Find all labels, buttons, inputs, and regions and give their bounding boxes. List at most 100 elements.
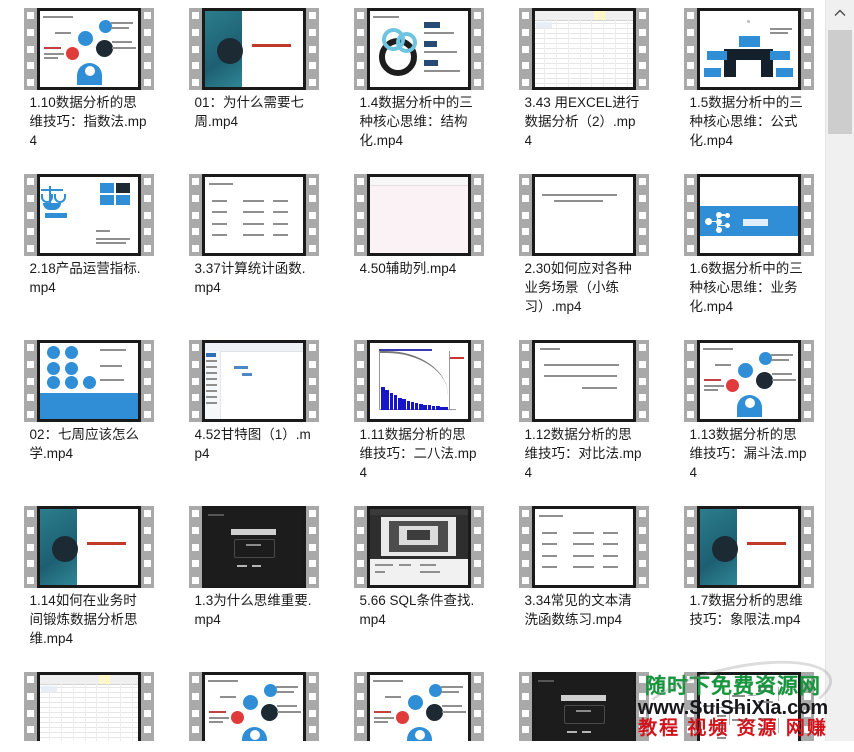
- video-thumbnail-filmstrip[interactable]: [188, 340, 319, 422]
- video-thumbnail-filmstrip[interactable]: [23, 340, 154, 422]
- file-tile[interactable]: 1.14如何在业务时间锻炼数据分析思维.mp4: [6, 504, 171, 670]
- file-name-label[interactable]: 3.34常见的文本清洗函数练习.mp4: [525, 591, 643, 629]
- file-name-label[interactable]: 1.14如何在业务时间锻炼数据分析思维.mp4: [30, 591, 148, 648]
- video-thumbnail-filmstrip[interactable]: [23, 672, 154, 741]
- film-sprocket-hole: [191, 62, 199, 70]
- file-tile[interactable]: 4.50辅助列.mp4: [336, 172, 501, 338]
- file-name-label[interactable]: 1.7数据分析的思维技巧：象限法.mp4: [690, 591, 808, 629]
- film-sprocket-hole: [308, 28, 316, 36]
- file-name-label[interactable]: 1.3为什么思维重要.mp4: [195, 591, 313, 629]
- video-thumbnail-filmstrip[interactable]: [353, 8, 484, 90]
- video-thumbnail-filmstrip[interactable]: [188, 8, 319, 90]
- film-sprocket-hole: [638, 411, 646, 418]
- file-tile[interactable]: 02：七周应该怎么学.mp4: [6, 338, 171, 504]
- vertical-scrollbar[interactable]: [825, 0, 854, 741]
- filmstrip-left-sprockets: [23, 174, 37, 256]
- video-thumbnail-filmstrip[interactable]: [353, 174, 484, 256]
- film-sprocket-hole: [686, 377, 694, 385]
- film-sprocket-hole: [638, 577, 646, 584]
- file-tile[interactable]: 3.34常见的文本清洗函数练习.mp4: [501, 504, 666, 670]
- video-thumbnail-filmstrip[interactable]: [23, 174, 154, 256]
- file-name-label[interactable]: 5.66 SQL条件查找.mp4: [360, 591, 478, 629]
- film-sprocket-hole: [638, 79, 646, 86]
- file-name-label[interactable]: 1.11数据分析的思维技巧：二八法.mp4: [360, 425, 478, 482]
- video-thumbnail-filmstrip[interactable]: [23, 8, 154, 90]
- file-tile[interactable]: 3.37计算统计函数.mp4: [171, 172, 336, 338]
- file-tile[interactable]: 1.10数据分析的思维技巧：指数法.mp4: [6, 6, 171, 172]
- file-tile[interactable]: 2.18产品运营指标.mp4: [6, 172, 171, 338]
- video-thumbnail-filmstrip[interactable]: [188, 506, 319, 588]
- file-tile[interactable]: 01：为什么需要七周.mp4: [171, 6, 336, 172]
- film-sprocket-hole: [356, 560, 364, 568]
- film-sprocket-hole: [356, 360, 364, 368]
- file-tile[interactable]: 1.7数据分析的思维技巧：象限法.mp4: [666, 504, 826, 670]
- file-name-label[interactable]: 3.43 用EXCEL进行数据分析（2）.mp4: [525, 93, 643, 150]
- file-tile[interactable]: 3.35关联匹配函数.mp4: [6, 670, 171, 741]
- film-sprocket-hole: [191, 560, 199, 568]
- video-thumbnail-filmstrip[interactable]: [188, 672, 319, 741]
- video-thumbnail-filmstrip[interactable]: [683, 340, 814, 422]
- thumbnail-artwork: [369, 343, 468, 419]
- video-thumbnail-filmstrip[interactable]: [683, 174, 814, 256]
- file-tile[interactable]: 4.52甘特图（1）.mp4: [171, 338, 336, 504]
- film-sprocket-hole: [191, 377, 199, 385]
- video-thumbnail-filmstrip[interactable]: [518, 672, 649, 741]
- film-sprocket-hole: [143, 577, 151, 584]
- file-name-label[interactable]: 1.5数据分析中的三种核心思维：公式化.mp4: [690, 93, 808, 150]
- film-sprocket-hole: [191, 211, 199, 219]
- scrollbar-track[interactable]: [826, 135, 854, 741]
- video-thumbnail-filmstrip[interactable]: [683, 8, 814, 90]
- film-sprocket-hole: [308, 211, 316, 219]
- video-thumbnail-filmstrip[interactable]: [683, 672, 814, 741]
- scrollbar-thumb[interactable]: [828, 30, 852, 134]
- file-tile[interactable]: 2.30如何应对各种业务场景（小练习）.mp4: [501, 172, 666, 338]
- file-tile[interactable]: 2.15为什么业务重要.mp4: [501, 670, 666, 741]
- file-tile[interactable]: 1.8数据分析的思维技巧：象限.mp4: [171, 670, 336, 741]
- scroll-up-arrow-icon[interactable]: [826, 0, 854, 26]
- filmstrip-right-sprockets: [305, 340, 319, 422]
- file-name-label[interactable]: 02：七周应该怎么学.mp4: [30, 425, 148, 463]
- file-tile[interactable]: 1.11数据分析的思维技巧：二八法.mp4: [336, 338, 501, 504]
- video-thumbnail-filmstrip[interactable]: [353, 672, 484, 741]
- video-thumbnail-filmstrip[interactable]: [353, 506, 484, 588]
- file-name-label[interactable]: 2.18产品运营指标.mp4: [30, 259, 148, 297]
- film-sprocket-hole: [356, 510, 364, 517]
- video-thumbnail-filmstrip[interactable]: [23, 506, 154, 588]
- video-thumbnail-preview: [696, 506, 801, 588]
- file-name-label[interactable]: 01：为什么需要七周.mp4: [195, 93, 313, 131]
- video-thumbnail-filmstrip[interactable]: [518, 174, 649, 256]
- file-name-label[interactable]: 3.37计算统计函数.mp4: [195, 259, 313, 297]
- file-tile[interactable]: 1.3为什么思维重要.mp4: [171, 504, 336, 670]
- video-thumbnail-filmstrip[interactable]: [188, 174, 319, 256]
- file-tile[interactable]: 1.5数据分析中的三种核心思维：公式化.mp4: [666, 6, 826, 172]
- file-tile[interactable]: 1.9数据分析的思维技巧：假设.mp4: [336, 670, 501, 741]
- file-name-label[interactable]: 1.10数据分析的思维技巧：指数法.mp4: [30, 93, 148, 150]
- file-name-label[interactable]: 1.13数据分析的思维技巧：漏斗法.mp4: [690, 425, 808, 482]
- file-name-label[interactable]: 2.30如何应对各种业务场景（小练习）.mp4: [525, 259, 643, 316]
- film-sprocket-hole: [638, 28, 646, 36]
- thumbnail-content-pane[interactable]: 1.10数据分析的思维技巧：指数法.mp4 01：为什么需要七周.mp4 1.4…: [0, 0, 826, 741]
- file-tile[interactable]: 1.12数据分析的思维技巧：对比法.mp4: [501, 338, 666, 504]
- file-name-label[interactable]: 1.12数据分析的思维技巧：对比法.mp4: [525, 425, 643, 482]
- file-name-label[interactable]: 4.50辅助列.mp4: [360, 259, 478, 278]
- thumbnail-artwork: [204, 675, 303, 741]
- film-sprocket-hole: [803, 12, 811, 19]
- film-sprocket-hole: [26, 228, 34, 236]
- video-thumbnail-filmstrip[interactable]: [353, 340, 484, 422]
- file-name-label[interactable]: 1.6数据分析中的三种核心思维：业务化.mp4: [690, 259, 808, 316]
- file-tile[interactable]: 1.2数据分析思维导图.mp4: [666, 670, 826, 741]
- video-thumbnail-filmstrip[interactable]: [518, 8, 649, 90]
- file-tile[interactable]: 1.6数据分析中的三种核心思维：业务化.mp4: [666, 172, 826, 338]
- file-name-label[interactable]: 4.52甘特图（1）.mp4: [195, 425, 313, 463]
- file-name-label[interactable]: 1.4数据分析中的三种核心思维：结构化.mp4: [360, 93, 478, 150]
- video-thumbnail-filmstrip[interactable]: [518, 506, 649, 588]
- film-sprocket-hole: [473, 676, 481, 683]
- film-sprocket-hole: [638, 543, 646, 551]
- video-thumbnail-filmstrip[interactable]: [683, 506, 814, 588]
- file-tile[interactable]: 1.4数据分析中的三种核心思维：结构化.mp4: [336, 6, 501, 172]
- video-thumbnail-filmstrip[interactable]: [518, 340, 649, 422]
- film-sprocket-hole: [191, 178, 199, 185]
- file-tile[interactable]: 5.66 SQL条件查找.mp4: [336, 504, 501, 670]
- file-tile[interactable]: 1.13数据分析的思维技巧：漏斗法.mp4: [666, 338, 826, 504]
- file-tile[interactable]: 3.43 用EXCEL进行数据分析（2）.mp4: [501, 6, 666, 172]
